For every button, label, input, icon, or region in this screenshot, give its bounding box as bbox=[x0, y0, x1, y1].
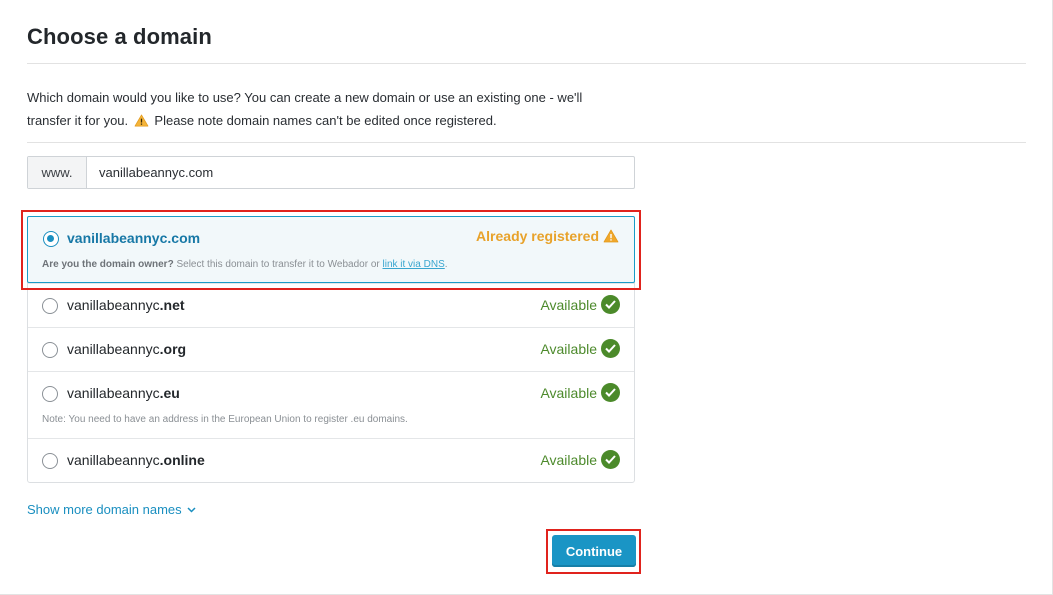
divider bbox=[27, 63, 1026, 64]
status-badge: Available bbox=[540, 295, 620, 314]
domain-option-eu[interactable]: vanillabeannyc.eu Available Note: You ne… bbox=[28, 371, 634, 438]
domain-option-org[interactable]: vanillabeannyc.org Available bbox=[28, 327, 634, 371]
domain-option-com[interactable]: vanillabeannyc.com Already registered Ar… bbox=[27, 216, 635, 283]
checkmark-circle-icon bbox=[601, 450, 620, 469]
divider bbox=[27, 142, 1026, 143]
radio-button[interactable] bbox=[42, 453, 58, 469]
description-warning-text: Please note domain names can't be edited… bbox=[154, 113, 497, 128]
status-badge: Available bbox=[540, 450, 620, 469]
show-more-domains-link[interactable]: Show more domain names bbox=[27, 502, 196, 517]
status-badge: Available bbox=[540, 339, 620, 358]
page-title: Choose a domain bbox=[27, 24, 212, 49]
chevron-down-icon bbox=[187, 506, 196, 513]
checkmark-circle-icon bbox=[601, 383, 620, 402]
domain-option-name: vanillabeannyc.com bbox=[67, 230, 201, 246]
domain-input[interactable] bbox=[87, 157, 634, 188]
domain-option-name: vanillabeannyc.net bbox=[67, 297, 185, 313]
warning-icon bbox=[134, 114, 149, 127]
domain-owner-note: Are you the domain owner? Select this do… bbox=[42, 259, 448, 270]
domain-option-net[interactable]: vanillabeannyc.net Available bbox=[28, 283, 634, 327]
domain-option-name: vanillabeannyc.eu bbox=[67, 385, 180, 401]
checkmark-circle-icon bbox=[601, 295, 620, 314]
radio-button[interactable] bbox=[42, 298, 58, 314]
www-prefix: www. bbox=[28, 157, 87, 188]
domain-option-name: vanillabeannyc.online bbox=[67, 452, 205, 468]
status-badge: Already registered bbox=[476, 228, 619, 244]
radio-button[interactable] bbox=[43, 231, 59, 247]
link-via-dns[interactable]: link it via DNS bbox=[383, 259, 445, 270]
radio-button[interactable] bbox=[42, 342, 58, 358]
show-more-label: Show more domain names bbox=[27, 502, 182, 517]
page-description: Which domain would you like to use? You … bbox=[27, 86, 627, 132]
checkmark-circle-icon bbox=[601, 339, 620, 358]
radio-button[interactable] bbox=[42, 386, 58, 402]
warning-icon bbox=[603, 229, 619, 243]
status-badge: Available bbox=[540, 383, 620, 402]
domain-option-online[interactable]: vanillabeannyc.online Available bbox=[28, 438, 634, 482]
eu-domain-note: Note: You need to have an address in the… bbox=[42, 414, 408, 425]
domain-options-list: vanillabeannyc.com Already registered Ar… bbox=[27, 216, 635, 483]
domain-option-name: vanillabeannyc.org bbox=[67, 341, 187, 357]
continue-button[interactable]: Continue bbox=[552, 535, 636, 567]
domain-input-group: www. bbox=[27, 156, 635, 189]
